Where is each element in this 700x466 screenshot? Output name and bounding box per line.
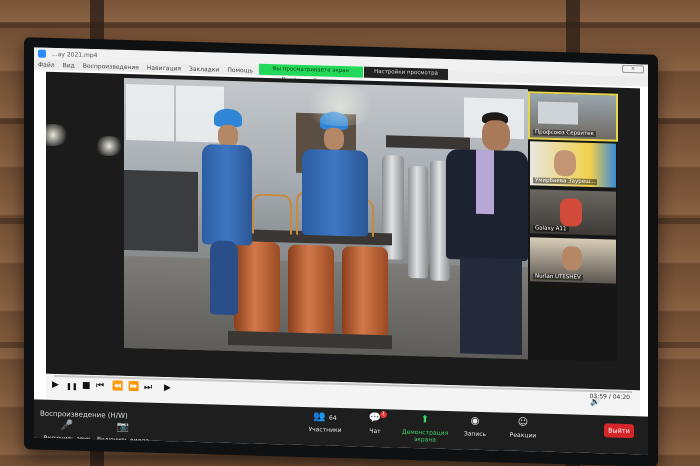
previous-icon[interactable]: ⏮ xyxy=(96,381,104,391)
participant-tile[interactable]: Умирбаева Зауреш... xyxy=(530,141,616,188)
tv-monitor: ...ay 2021.mp4 ✕ Файл Вид Воспроизведени… xyxy=(24,37,658,466)
worker-face xyxy=(324,127,344,151)
app-logo-icon xyxy=(38,49,46,58)
record-label: Запись xyxy=(463,430,487,439)
participant-face xyxy=(562,246,582,271)
participants-count: 64 xyxy=(329,414,337,422)
share-screen-label: Демонстрация экрана xyxy=(401,428,449,444)
worker-one xyxy=(202,144,252,246)
meeting-room-thumbnail xyxy=(538,101,578,125)
unmute-label: Включить звук xyxy=(43,434,91,444)
menu-navigation[interactable]: Навигация xyxy=(147,64,181,72)
participant-tile[interactable]: Профсоюз Сервитек xyxy=(528,91,618,142)
leave-meeting-button[interactable]: Выйти xyxy=(604,423,634,439)
machine-cabinet xyxy=(124,169,198,253)
playback-time: 03:59 / 04:20 xyxy=(589,392,630,402)
participant-gallery: Профсоюз Сервитек Умирбаева Зауреш... Ga… xyxy=(528,89,618,362)
next-icon[interactable]: ⏭ xyxy=(144,382,152,392)
factory-window xyxy=(126,83,174,142)
speaker-shirt xyxy=(476,149,494,215)
reactions-button[interactable]: ☺ Реакции xyxy=(494,416,552,440)
menu-playback[interactable]: Воспроизведение xyxy=(83,62,139,71)
factory-video-frame xyxy=(124,77,528,360)
chat-badge: 1 xyxy=(380,411,387,419)
microphone-muted-icon: 🎤 xyxy=(60,420,74,432)
view-options-button[interactable]: Настройки просмотра xyxy=(364,66,448,80)
participants-label: Участники xyxy=(308,426,342,435)
wall-plank xyxy=(0,22,700,28)
stop-icon[interactable]: ■ xyxy=(82,381,91,391)
pause-icon[interactable]: ❚❚ xyxy=(66,382,78,390)
menu-file[interactable]: Файл xyxy=(38,61,55,68)
window-title: ...ay 2021.mp4 xyxy=(52,50,98,59)
machine-frame xyxy=(386,135,470,150)
metal-cylinder xyxy=(408,165,428,279)
speaker-face xyxy=(482,119,510,151)
rewind-icon[interactable]: ⏪ xyxy=(112,382,123,392)
participant-name: Умирбаева Зауреш... xyxy=(533,177,598,186)
reactions-icon: ☺ xyxy=(517,416,529,429)
participant-face xyxy=(554,149,576,177)
screen: ...ay 2021.mp4 ✕ Файл Вид Воспроизведени… xyxy=(34,47,648,455)
copper-coil xyxy=(342,246,388,340)
unmute-audio-button[interactable]: 🎤 Включить звук xyxy=(38,420,96,444)
copper-coil xyxy=(288,244,334,338)
camera-off-icon: 📷 xyxy=(116,421,130,434)
fast-forward-icon[interactable]: ⏩ xyxy=(128,382,139,392)
participant-tile[interactable]: Nurlan UTESHEV xyxy=(530,237,616,284)
start-video-button[interactable]: 📷 Включить видео xyxy=(94,421,152,445)
wire-loop xyxy=(252,193,292,235)
worker-two xyxy=(302,148,368,237)
playback-mode-label: Воспроизведение (H/W) xyxy=(40,409,128,421)
participant-name: Nurlan UTESHEV xyxy=(533,273,583,281)
play-secondary-icon[interactable]: ▶ xyxy=(164,383,171,393)
chat-label: Чат xyxy=(369,427,381,436)
participant-video xyxy=(560,198,582,227)
play-icon[interactable]: ▶ xyxy=(52,380,59,390)
menu-bookmarks[interactable]: Закладки xyxy=(189,65,219,73)
copper-coil xyxy=(234,241,280,335)
participant-name: Профсоюз Сервитек xyxy=(533,129,596,138)
speaker-pants xyxy=(460,257,522,356)
menu-view[interactable]: Вид xyxy=(63,62,75,69)
participant-name: Galaxy A11 xyxy=(533,225,569,233)
worker-one-legs xyxy=(210,240,238,316)
shared-video-area: Профсоюз Сервитек Умирбаева Зауреш... Ga… xyxy=(46,71,640,391)
reactions-label: Реакции xyxy=(509,431,537,440)
participant-tile[interactable]: Galaxy A11 xyxy=(530,189,616,236)
start-video-label: Включить видео xyxy=(97,436,149,445)
close-icon[interactable]: ✕ xyxy=(622,64,644,74)
menu-help[interactable]: Помощь xyxy=(227,66,253,74)
